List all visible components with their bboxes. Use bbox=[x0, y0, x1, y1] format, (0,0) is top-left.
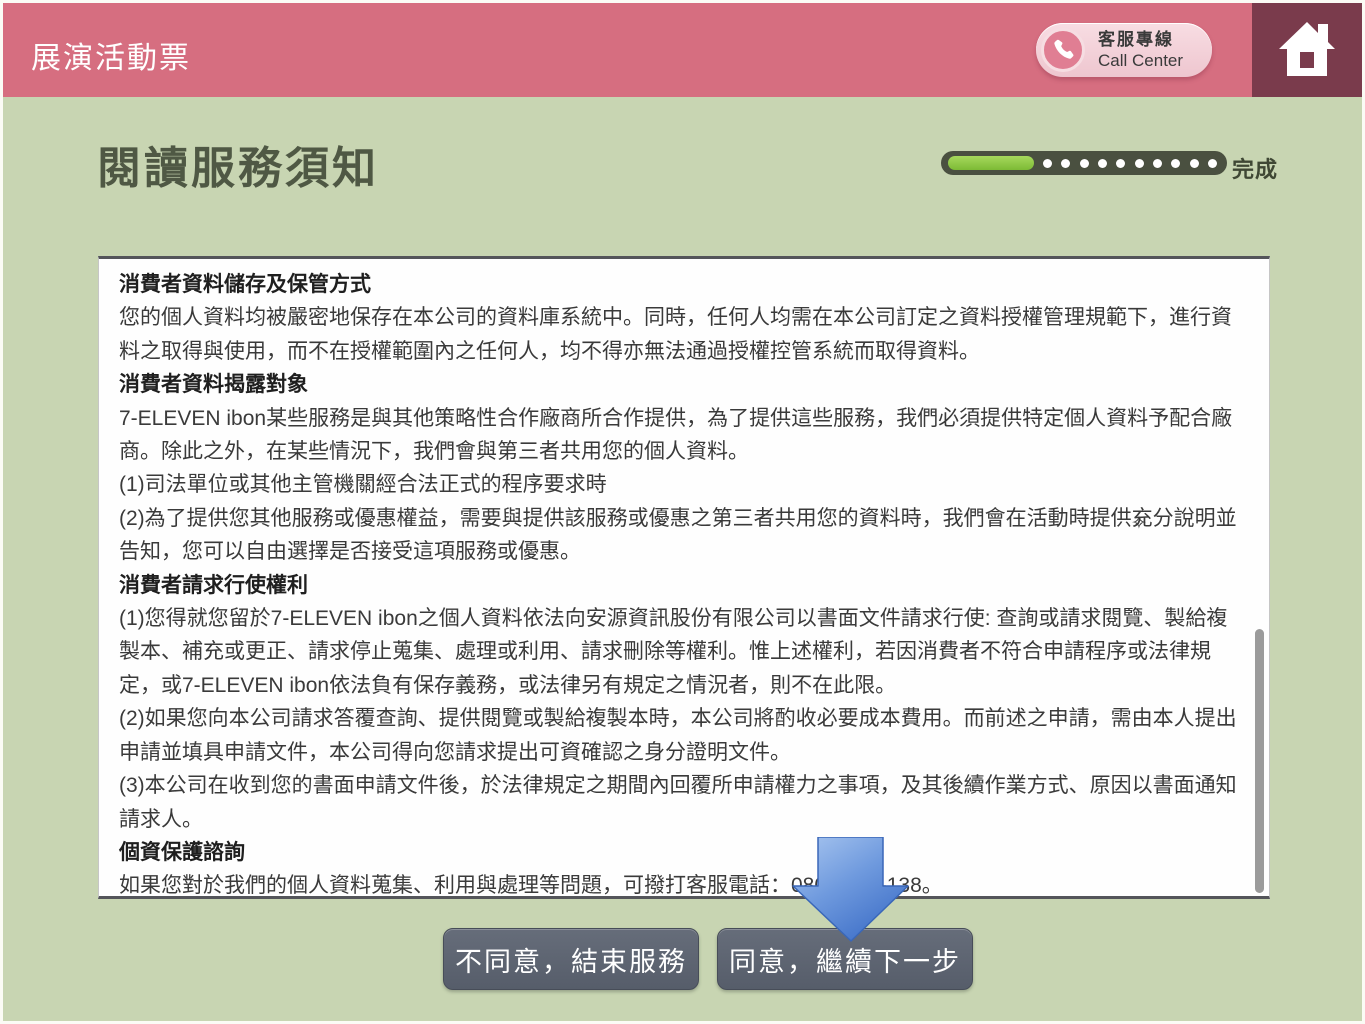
progress-fill bbox=[948, 156, 1034, 170]
page-title: 閱讀服務須知 bbox=[97, 132, 379, 196]
notice-paragraph: 7-ELEVEN ibon某些服務是與其他策略性合作廠商所合作提供，為了提供這些… bbox=[119, 402, 1243, 469]
notice-heading: 消費者資料揭露對象 bbox=[119, 368, 1243, 401]
notice-heading: 消費者請求行使權利 bbox=[119, 569, 1243, 602]
scrollbar-thumb[interactable] bbox=[1255, 629, 1264, 893]
notice-paragraph: (3)本公司在收到您的書面申請文件後，於法律規定之期間內回覆所申請權力之事項，及… bbox=[119, 769, 1243, 836]
progress-dot bbox=[1190, 159, 1199, 168]
notice-paragraph: 如果您對於我們的個人資料蒐集、利用與處理等問題，可撥打客服電話：0800-016… bbox=[119, 869, 1243, 899]
phone-icon bbox=[1041, 28, 1085, 72]
app-title: 展演活動票 bbox=[31, 33, 191, 77]
progress-dot bbox=[1043, 159, 1052, 168]
call-center-label: 客服專線 Call Center bbox=[1098, 29, 1183, 71]
agree-button[interactable]: 同意，繼續下一步 bbox=[717, 928, 973, 990]
progress-dot bbox=[1153, 159, 1162, 168]
progress-dot bbox=[1135, 159, 1144, 168]
progress-dots bbox=[1043, 151, 1217, 175]
progress-complete-label: 完成 bbox=[1232, 152, 1278, 184]
notice-heading: 個資保護諮詢 bbox=[119, 836, 1243, 869]
notice-heading: 消費者資料儲存及保管方式 bbox=[119, 268, 1243, 301]
notice-paragraph: 您的個人資料均被嚴密地保存在本公司的資料庫系統中。同時，任何人均需在本公司訂定之… bbox=[119, 301, 1243, 368]
notice-paragraph: (2)如果您向本公司請求答覆查詢、提供閱覽或製給複製本時，本公司將酌收必要成本費… bbox=[119, 702, 1243, 769]
kiosk-screen: 展演活動票 客服專線 Call Center 閱讀服務須知 bbox=[0, 0, 1365, 1024]
progress-dot bbox=[1208, 159, 1217, 168]
progress-dot bbox=[1098, 159, 1107, 168]
progress-dot bbox=[1116, 159, 1125, 168]
disagree-button[interactable]: 不同意，結束服務 bbox=[443, 928, 699, 990]
progress-dot bbox=[1080, 159, 1089, 168]
progress-dot bbox=[1171, 159, 1180, 168]
call-center-button[interactable]: 客服專線 Call Center bbox=[1036, 23, 1212, 77]
terms-panel[interactable]: 消費者資料儲存及保管方式您的個人資料均被嚴密地保存在本公司的資料庫系統中。同時，… bbox=[98, 256, 1270, 899]
notice-paragraph: (1)司法單位或其他主管機關經合法正式的程序要求時 bbox=[119, 468, 1243, 501]
progress-dot bbox=[1061, 159, 1070, 168]
home-icon bbox=[1275, 18, 1339, 83]
home-button[interactable] bbox=[1252, 3, 1362, 97]
notice-paragraph: (2)為了提供您其他服務或優惠權益，需要與提供該服務或優惠之第三者共用您的資料時… bbox=[119, 502, 1243, 569]
terms-content: 消費者資料儲存及保管方式您的個人資料均被嚴密地保存在本公司的資料庫系統中。同時，… bbox=[99, 259, 1269, 899]
progress-bar bbox=[941, 151, 1227, 175]
header-bar: 展演活動票 客服專線 Call Center bbox=[3, 3, 1362, 97]
notice-paragraph: (1)您得就您留於7-ELEVEN ibon之個人資料依法向安源資訊股份有限公司… bbox=[119, 602, 1243, 702]
